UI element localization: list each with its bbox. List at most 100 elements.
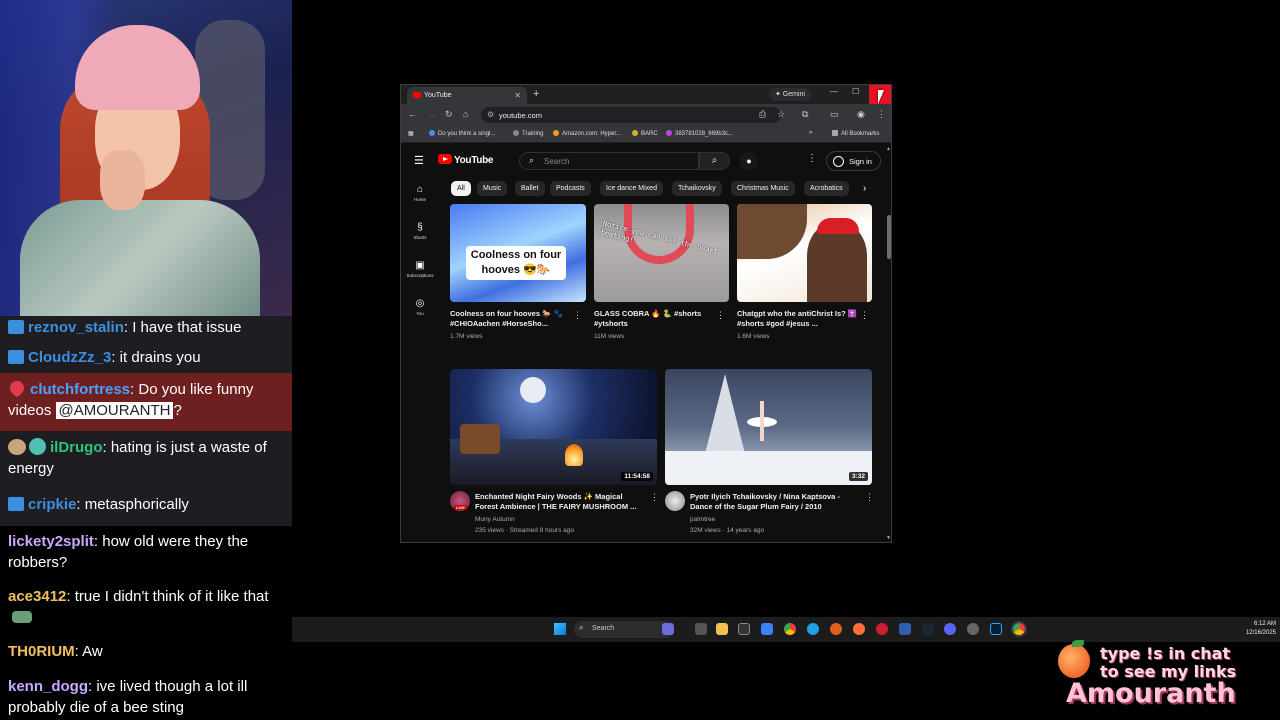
steam-icon[interactable] bbox=[922, 623, 934, 635]
settings-icon[interactable] bbox=[967, 623, 979, 635]
home-icon[interactable]: ⌂ bbox=[463, 109, 468, 119]
video-title[interactable]: Pyotr Ilyich Tchaikovsky / Nina Kaptsova… bbox=[690, 492, 858, 512]
chip-christmas-music[interactable]: Christmas Music bbox=[731, 181, 795, 196]
bookmark-item[interactable]: 383781028_669b3c... bbox=[666, 130, 733, 137]
bookmark-item[interactable]: Amazon.com: Hyper... bbox=[553, 130, 621, 137]
sidebar-item-subscriptions[interactable]: ▣ Subscriptions bbox=[401, 260, 439, 278]
chip-podcasts[interactable]: Podcasts bbox=[550, 181, 591, 196]
chat-text: : hating is just a waste of energy bbox=[8, 439, 267, 477]
app-icon[interactable] bbox=[899, 623, 911, 635]
bookmark-item[interactable]: Do you think a singl... bbox=[429, 130, 495, 137]
chrome-active-icon[interactable] bbox=[1013, 623, 1025, 635]
channel-name[interactable]: Muny Autumn bbox=[475, 516, 515, 523]
short-views: 1.7M views bbox=[450, 333, 483, 340]
sidebar-item-label: Shorts bbox=[413, 235, 427, 240]
bookmark-label: 383781028_669b3c... bbox=[675, 131, 734, 137]
browser-menu-icon[interactable]: ⋮ bbox=[877, 109, 886, 120]
youtube-search-input[interactable]: ⌕ Search bbox=[519, 152, 699, 170]
more-actions-icon[interactable]: ⋮ bbox=[865, 492, 874, 503]
calendar-icon[interactable] bbox=[761, 623, 773, 635]
profile-icon[interactable]: ◉ bbox=[857, 109, 865, 120]
chip-ice-dance-mixed[interactable]: Ice dance Mixed bbox=[600, 181, 663, 196]
channel-name[interactable]: palmtree bbox=[690, 516, 715, 523]
channel-avatar[interactable] bbox=[665, 491, 685, 511]
video-thumbnail[interactable]: 11:54:58 bbox=[450, 369, 657, 485]
maximize-button[interactable]: ☐ bbox=[852, 87, 859, 96]
tab-close-icon[interactable]: ✕ bbox=[514, 91, 521, 100]
chip-ballet[interactable]: Ballet bbox=[515, 181, 545, 196]
scroll-up-arrow-icon[interactable]: ▲ bbox=[886, 146, 891, 152]
opera-icon[interactable] bbox=[876, 623, 888, 635]
peach-icon bbox=[1058, 644, 1090, 678]
sign-in-button[interactable]: Sign in bbox=[826, 151, 881, 171]
short-thumbnail[interactable] bbox=[737, 204, 872, 302]
short-thumbnail[interactable]: Notice you can see the heart beating! bbox=[594, 204, 729, 302]
chrome-icon[interactable] bbox=[784, 623, 796, 635]
search-button[interactable]: ⌕ bbox=[699, 152, 730, 170]
edge-icon[interactable] bbox=[807, 623, 819, 635]
more-actions-icon[interactable]: ⋮ bbox=[716, 310, 725, 321]
short-title[interactable]: Chatgpt who the antiChrist Is? ✝️ #short… bbox=[737, 309, 861, 329]
voice-search-button[interactable]: ● bbox=[740, 152, 758, 170]
heart-badge-icon bbox=[7, 378, 27, 398]
sidebar-item-home[interactable]: ⌂ Home bbox=[401, 184, 439, 202]
hamburger-menu-icon[interactable]: ☰ bbox=[414, 154, 424, 167]
forward-arrow-icon[interactable]: → bbox=[427, 109, 436, 119]
video-thumbnail[interactable]: 3:32 bbox=[665, 369, 872, 485]
bookmarks-overflow-icon[interactable]: » bbox=[809, 130, 812, 136]
youtube-logo[interactable]: YouTube bbox=[438, 154, 494, 166]
tab-youtube[interactable]: YouTube ✕ bbox=[407, 87, 527, 104]
bookmark-item[interactable]: BARC bbox=[632, 130, 658, 137]
file-explorer-icon[interactable] bbox=[716, 623, 728, 635]
chip-all[interactable]: All bbox=[451, 181, 471, 196]
widgets-icon[interactable] bbox=[662, 623, 674, 635]
taskbar-search[interactable]: ⌕ Search bbox=[574, 621, 674, 638]
more-actions-icon[interactable]: ⋮ bbox=[650, 492, 659, 503]
app-icon[interactable] bbox=[830, 623, 842, 635]
sidebar-item-you[interactable]: ◎ You bbox=[401, 298, 439, 316]
reload-icon[interactable]: ↻ bbox=[445, 109, 453, 120]
more-actions-icon[interactable]: ⋮ bbox=[860, 310, 869, 321]
apps-grid-icon[interactable]: ▦ bbox=[408, 130, 414, 137]
chat-message: kenn_dogg: ive lived though a lot ill pr… bbox=[0, 671, 292, 720]
bookmark-star-icon[interactable]: ☆ bbox=[777, 109, 785, 120]
clock-time[interactable]: 6:12 AM bbox=[1254, 621, 1276, 627]
chat-username: CloudzZz_3 bbox=[28, 349, 112, 366]
settings-more-icon[interactable]: ⋮ bbox=[807, 153, 817, 164]
thumbnail-overlay-text: Coolness on four hooves 😎🐎 bbox=[466, 246, 566, 280]
back-arrow-icon[interactable]: ← bbox=[408, 109, 417, 119]
extensions-icon[interactable]: ⧉ bbox=[802, 109, 808, 120]
chip-music[interactable]: Music bbox=[477, 181, 508, 196]
short-thumbnail[interactable]: Coolness on four hooves 😎🐎 bbox=[450, 204, 586, 302]
address-bar[interactable]: ⚙ youtube.com bbox=[481, 107, 781, 123]
video-title[interactable]: Enchanted Night Fairy Woods ✨ Magical Fo… bbox=[475, 492, 643, 512]
bookmark-item[interactable]: Training bbox=[513, 130, 543, 137]
all-bookmarks-button[interactable]: All Bookmarks bbox=[832, 130, 879, 137]
install-app-icon[interactable]: ⎙ bbox=[759, 109, 766, 120]
site-info-icon[interactable]: ⚙ bbox=[487, 110, 494, 119]
short-title[interactable]: Coolness on four hooves 🐎 🐾 #CHIOAachen … bbox=[450, 309, 574, 329]
chip-acrobatics[interactable]: Acrobatics bbox=[804, 181, 849, 196]
short-title[interactable]: GLASS COBRA 🔥 🐍 #shorts #ytshorts bbox=[594, 309, 714, 329]
photoshop-icon[interactable] bbox=[990, 623, 1002, 635]
new-tab-button[interactable]: + bbox=[533, 88, 539, 100]
mouse-cursor-icon bbox=[878, 90, 884, 104]
scrollbar[interactable] bbox=[885, 144, 891, 542]
windows-start-icon[interactable] bbox=[554, 623, 566, 635]
chat-message: cripkie: metasphorically bbox=[0, 488, 292, 526]
terminal-icon[interactable] bbox=[738, 623, 750, 635]
channel-avatar[interactable]: LIVE bbox=[450, 491, 470, 511]
gemini-button[interactable]: ✦ Gemini bbox=[769, 88, 811, 101]
more-actions-icon[interactable]: ⋮ bbox=[573, 310, 582, 321]
minimize-button[interactable]: — bbox=[830, 87, 838, 96]
discord-icon[interactable] bbox=[944, 623, 956, 635]
chevron-right-icon[interactable]: › bbox=[863, 183, 866, 194]
clock-date[interactable]: 12/16/2025 bbox=[1246, 630, 1276, 636]
sidebar-item-shorts[interactable]: § Shorts bbox=[401, 222, 439, 240]
side-panel-icon[interactable]: ▭ bbox=[830, 109, 839, 120]
scrollbar-thumb[interactable] bbox=[887, 215, 891, 259]
task-view-icon[interactable] bbox=[695, 623, 707, 635]
chip-tchaikovsky[interactable]: Tchaikovsky bbox=[672, 181, 722, 196]
firefox-icon[interactable] bbox=[853, 623, 865, 635]
scroll-down-arrow-icon[interactable]: ▼ bbox=[886, 535, 891, 541]
